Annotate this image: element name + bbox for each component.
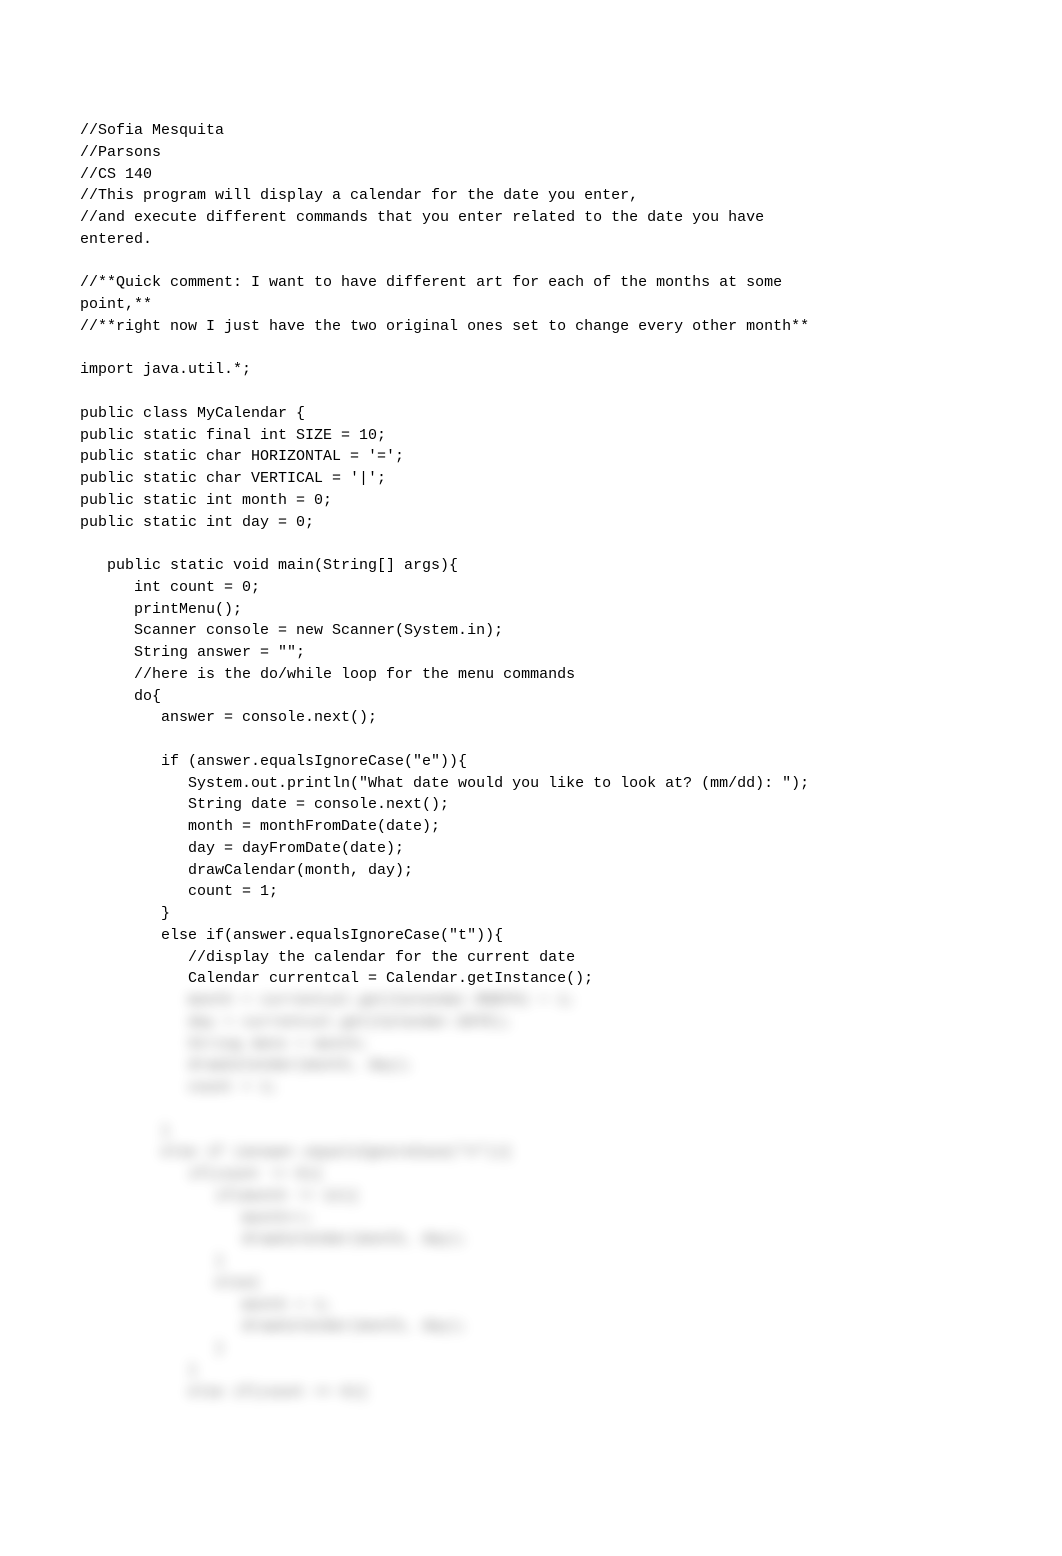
- code-blurred: month = currentcal.get(Calendar.MONTH) +…: [80, 990, 982, 1403]
- code-document: //Sofia Mesquita //Parsons //CS 140 //Th…: [0, 0, 1062, 1463]
- code-visible: //Sofia Mesquita //Parsons //CS 140 //Th…: [80, 120, 982, 990]
